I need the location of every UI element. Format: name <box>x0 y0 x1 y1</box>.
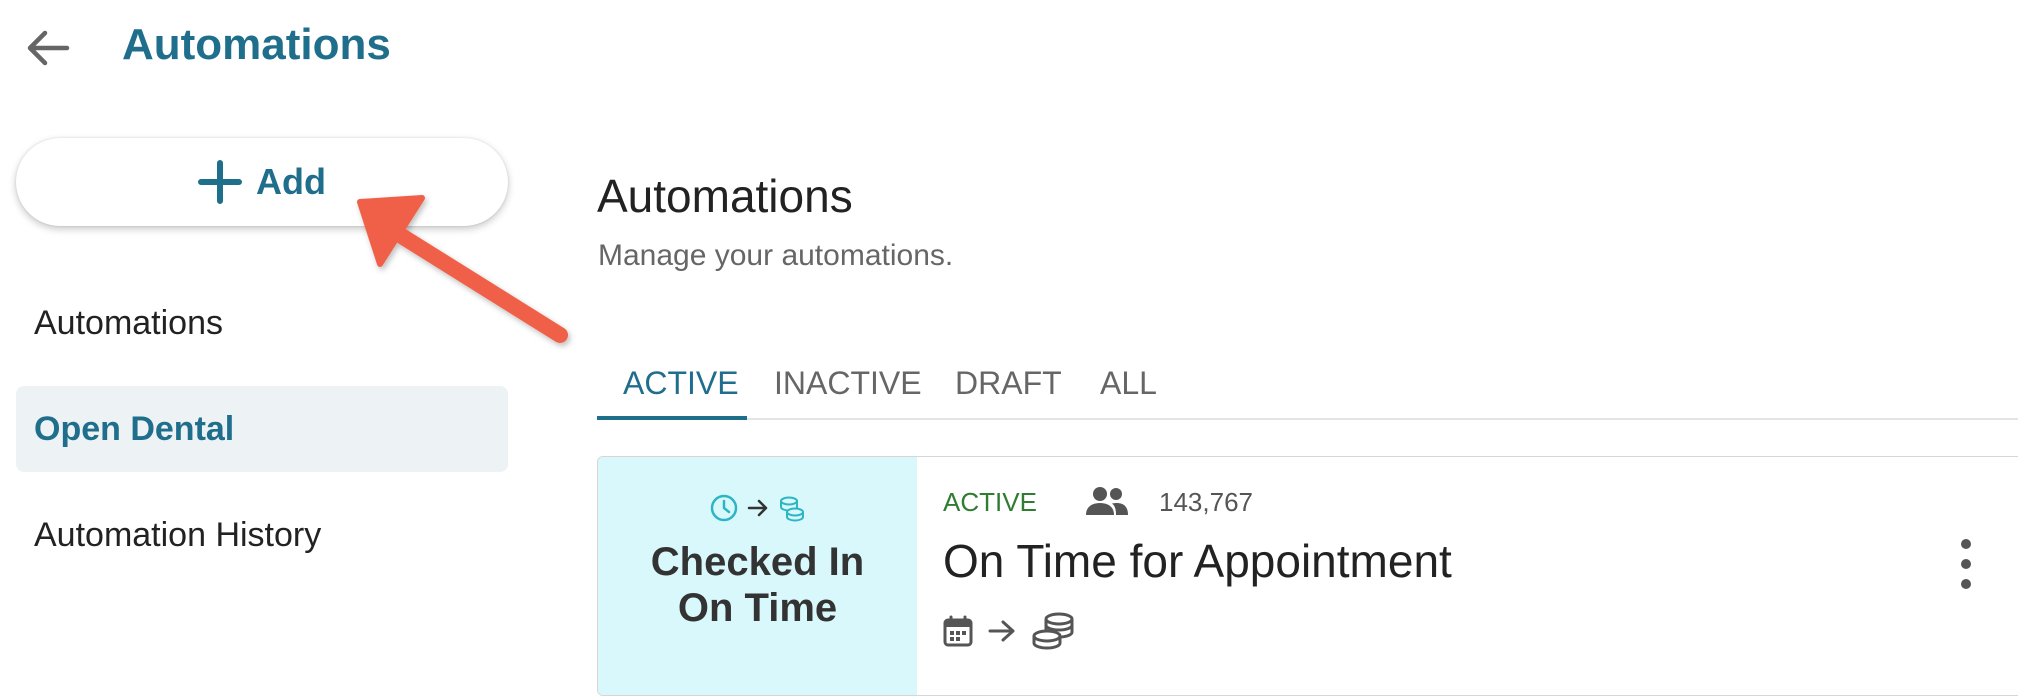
calendar-icon <box>943 615 973 647</box>
sidebar-item-label: Automation History <box>34 515 322 554</box>
section-subtitle: Manage your automations. <box>598 239 954 272</box>
coins-icon <box>779 496 804 522</box>
automation-thumbnail: Checked In On Time <box>598 457 917 695</box>
tab-all[interactable]: ALL <box>1100 346 1157 420</box>
automation-title: On Time for Appointment <box>943 535 1452 587</box>
people-icon <box>1086 487 1128 515</box>
sidebar-item-open-dental[interactable]: Open Dental <box>16 386 508 472</box>
arrow-right-icon <box>747 499 767 517</box>
thumbnail-line-1: Checked In <box>650 540 865 584</box>
audience-count: 143,767 <box>1159 487 1253 517</box>
status-badge: ACTIVE <box>943 487 1037 517</box>
tab-draft[interactable]: DRAFT <box>955 346 1062 420</box>
trigger-action-icons <box>943 611 1075 651</box>
page-title: Automations <box>122 20 391 69</box>
sidebar-item-label: Open Dental <box>34 409 235 448</box>
more-options-button[interactable] <box>1951 539 1981 589</box>
clock-icon <box>710 494 737 522</box>
more-vert-icon <box>1961 539 1971 549</box>
plus-icon <box>198 160 242 204</box>
coins-icon <box>1032 612 1074 650</box>
annotation-arrow <box>357 195 568 343</box>
thumbnail-icons <box>598 493 917 523</box>
automation-card[interactable]: Checked In On Time ACTIVE 143,767 On Tim… <box>597 456 2018 696</box>
thumbnail-text: Checked In On Time <box>598 539 917 631</box>
active-tab-indicator <box>597 416 747 420</box>
section-title: Automations <box>597 170 853 222</box>
arrow-right-icon <box>988 620 1015 642</box>
tab-inactive[interactable]: INACTIVE <box>774 346 922 420</box>
add-button-label: Add <box>256 161 326 202</box>
thumbnail-line-2: On Time <box>677 586 838 630</box>
sidebar-item-automation-history[interactable]: Automation History <box>16 492 508 578</box>
arrow-left-icon <box>27 30 70 66</box>
back-button[interactable] <box>24 24 72 72</box>
sidebar-item-label: Automations <box>34 303 223 342</box>
tab-active[interactable]: ACTIVE <box>623 346 739 420</box>
